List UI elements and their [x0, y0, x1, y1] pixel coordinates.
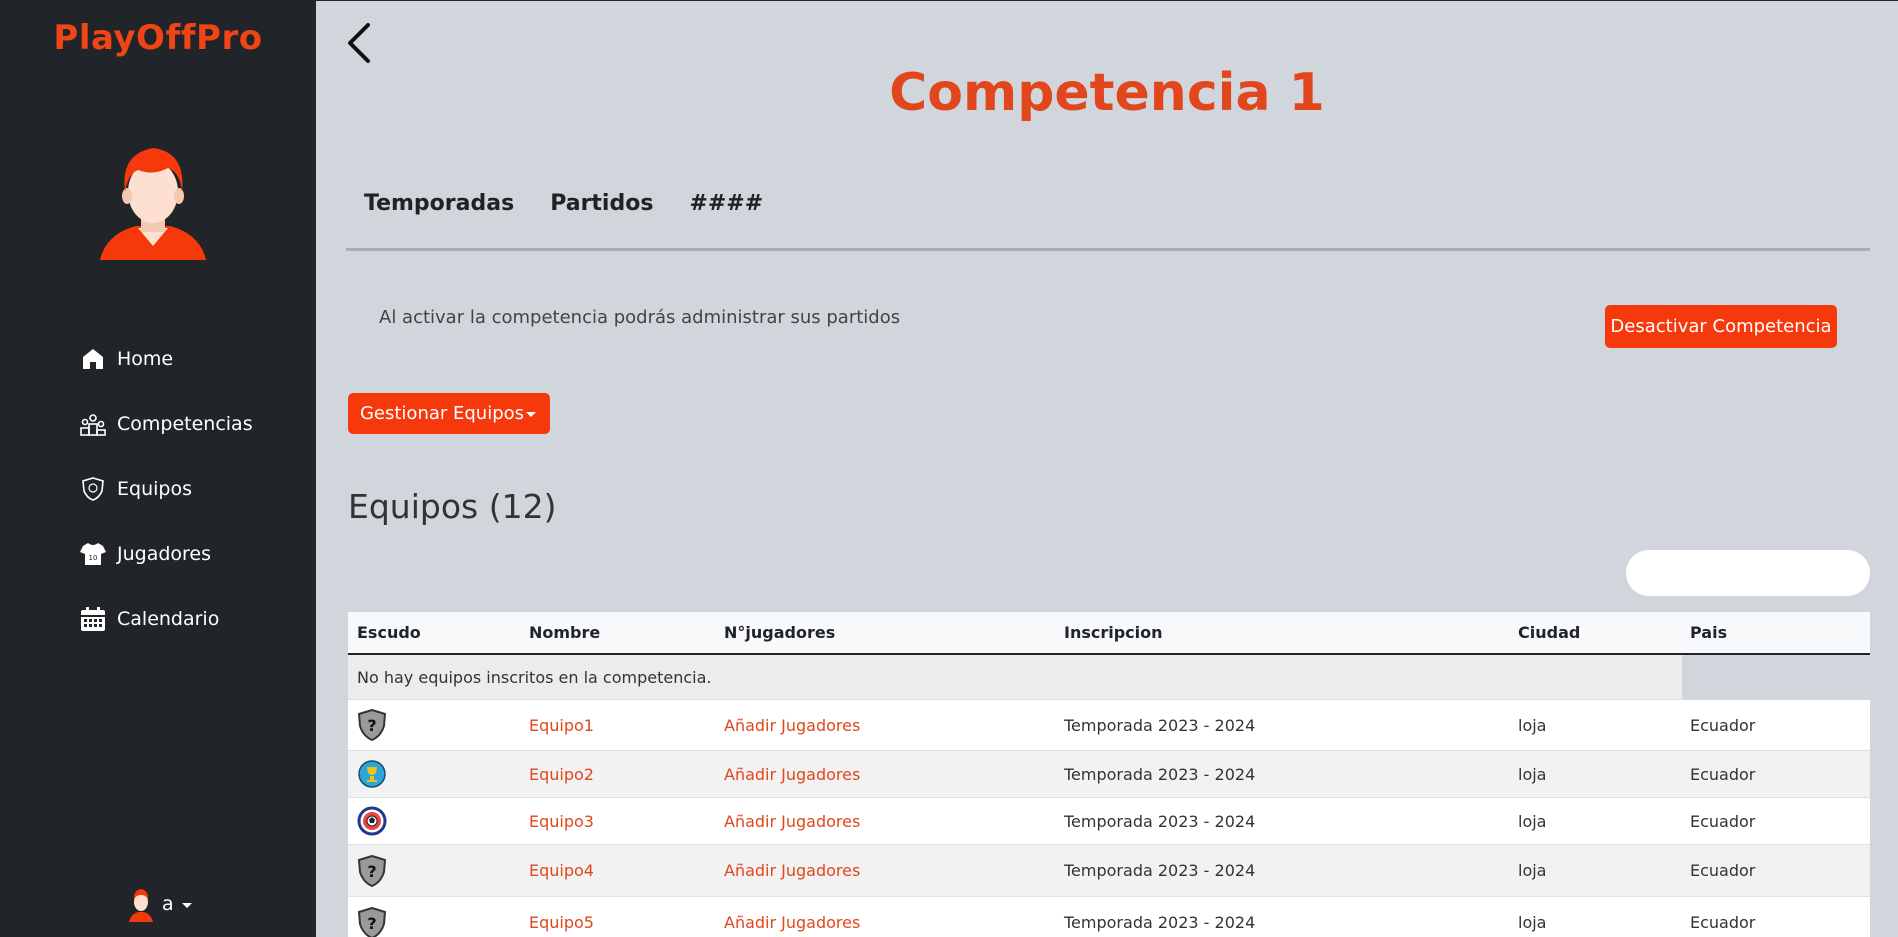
- add-players-link[interactable]: Añadir Jugadores: [724, 861, 860, 880]
- country-cell: Ecuador: [1690, 861, 1756, 880]
- teams-table: Escudo Nombre N°jugadores Inscripcion Ci…: [348, 612, 1870, 937]
- sidebar-item-label: Home: [117, 347, 174, 370]
- city-cell: loja: [1518, 764, 1547, 784]
- manage-teams-dropdown[interactable]: Gestionar Equipos: [348, 393, 550, 434]
- sidebar-item-competencias[interactable]: Competencias: [80, 391, 253, 456]
- city-cell: loja: [1518, 861, 1547, 880]
- search-input[interactable]: [1626, 550, 1870, 596]
- team-name-link[interactable]: Equipo3: [529, 812, 594, 831]
- add-players-link[interactable]: Añadir Jugadores: [724, 812, 860, 831]
- unknown-shield-icon: ?: [357, 709, 387, 741]
- back-arrow-icon[interactable]: [344, 21, 374, 65]
- svg-text:?: ?: [367, 914, 376, 933]
- svg-text:?: ?: [367, 716, 376, 735]
- team-name-link[interactable]: Equipo4: [529, 861, 594, 880]
- team-name-link[interactable]: Equipo1: [529, 716, 594, 735]
- table-row: ? Equipo5 Añadir Jugadores Temporada 202…: [348, 897, 1870, 937]
- table-row: ? Equipo4 Añadir Jugadores Temporada 202…: [348, 845, 1870, 897]
- table-row: Equipo2 Añadir Jugadores Temporada 2023 …: [348, 751, 1870, 798]
- info-text: Al activar la competencia podrás adminis…: [379, 307, 901, 328]
- sidebar-item-label: Equipos: [117, 477, 192, 500]
- city-cell: loja: [1518, 715, 1547, 735]
- svg-text:10: 10: [89, 554, 98, 562]
- tab-hash[interactable]: ####: [671, 187, 781, 248]
- column-header[interactable]: Ciudad: [1509, 623, 1681, 642]
- ball-badge-icon: [357, 806, 387, 836]
- team-name-link[interactable]: Equipo5: [529, 913, 594, 932]
- country-cell: Ecuador: [1690, 764, 1756, 784]
- unknown-shield-icon: ?: [357, 854, 387, 887]
- sidebar-item-jugadores[interactable]: 10 Jugadores: [80, 521, 253, 586]
- sidebar: PlayOffPro Home Competencias Equipos 10 …: [0, 0, 316, 937]
- country-cell: Ecuador: [1690, 913, 1756, 932]
- sidebar-item-label: Competencias: [117, 412, 253, 435]
- table-header: Escudo Nombre N°jugadores Inscripcion Ci…: [348, 612, 1870, 655]
- empty-message: No hay equipos inscritos en la competenc…: [348, 655, 1682, 700]
- calendar-icon: [80, 605, 106, 633]
- page-title: Competencia 1: [889, 63, 1325, 123]
- season-cell: Temporada 2023 - 2024: [1064, 715, 1256, 735]
- manage-teams-label: Gestionar Equipos: [359, 403, 525, 424]
- trophy-badge-icon: [358, 760, 386, 788]
- add-players-link[interactable]: Añadir Jugadores: [724, 913, 860, 932]
- column-header[interactable]: Nombre: [520, 623, 715, 642]
- season-cell: Temporada 2023 - 2024: [1064, 913, 1256, 932]
- season-cell: Temporada 2023 - 2024: [1064, 861, 1256, 880]
- tab-temporadas[interactable]: Temporadas: [346, 187, 532, 248]
- add-players-link[interactable]: Añadir Jugadores: [724, 716, 860, 735]
- season-cell: Temporada 2023 - 2024: [1064, 811, 1256, 831]
- city-cell: loja: [1518, 913, 1547, 932]
- team-name-link[interactable]: Equipo2: [529, 765, 594, 784]
- country-cell: Ecuador: [1690, 811, 1756, 831]
- main-content: Competencia 1 Temporadas Partidos #### A…: [316, 0, 1898, 937]
- tab-partidos[interactable]: Partidos: [532, 187, 671, 248]
- unknown-shield-icon: ?: [357, 906, 387, 937]
- season-cell: Temporada 2023 - 2024: [1064, 764, 1256, 784]
- deactivate-competition-button[interactable]: Desactivar Competencia: [1605, 305, 1837, 348]
- avatar: [129, 889, 153, 922]
- chevron-down-icon: [181, 902, 192, 908]
- column-header[interactable]: Inscripcion: [1055, 623, 1509, 642]
- shield-icon: [80, 475, 106, 503]
- sidebar-item-equipos[interactable]: Equipos: [80, 456, 253, 521]
- home-icon: [80, 345, 106, 373]
- user-name: a: [162, 893, 174, 915]
- table-row: Equipo3 Añadir Jugadores Temporada 2023 …: [348, 798, 1870, 845]
- table-row: ? Equipo1 Añadir Jugadores Temporada 202…: [348, 700, 1870, 751]
- user-menu[interactable]: a: [128, 886, 192, 922]
- empty-table-row: No hay equipos inscritos en la competenc…: [348, 655, 1870, 700]
- sidebar-nav: Home Competencias Equipos 10 Jugadores C…: [80, 326, 253, 651]
- add-players-link[interactable]: Añadir Jugadores: [724, 765, 860, 784]
- sidebar-item-calendario[interactable]: Calendario: [80, 586, 253, 651]
- jersey-icon: 10: [80, 540, 106, 568]
- tab-bar: Temporadas Partidos ####: [346, 187, 1870, 251]
- podium-icon: [80, 410, 106, 438]
- sidebar-item-home[interactable]: Home: [80, 326, 253, 391]
- column-header[interactable]: N°jugadores: [715, 623, 1055, 642]
- column-header[interactable]: Pais: [1681, 623, 1870, 642]
- svg-text:?: ?: [367, 862, 376, 881]
- country-cell: Ecuador: [1690, 715, 1756, 735]
- sidebar-item-label: Jugadores: [117, 542, 212, 565]
- column-header[interactable]: Escudo: [348, 623, 520, 642]
- chevron-down-icon: [526, 412, 536, 417]
- teams-section-title: Equipos (12): [348, 487, 557, 526]
- sidebar-item-label: Calendario: [117, 607, 220, 630]
- city-cell: loja: [1518, 811, 1547, 831]
- profile-avatar[interactable]: [98, 142, 208, 260]
- brand-logo[interactable]: PlayOffPro: [0, 18, 316, 58]
